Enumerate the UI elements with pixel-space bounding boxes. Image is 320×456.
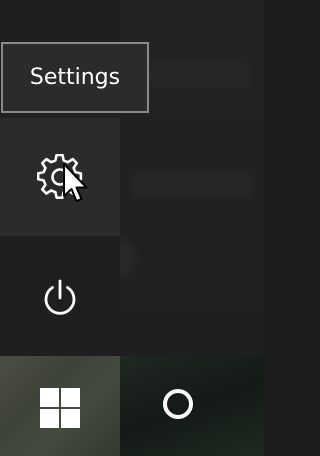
settings-tooltip: Settings <box>1 42 149 113</box>
start-menu-panel: Settings <box>0 0 264 356</box>
mouse-cursor-icon <box>63 163 88 202</box>
start-button[interactable] <box>0 356 120 456</box>
windows-logo-icon <box>40 388 80 428</box>
cortana-circle-icon[interactable] <box>163 389 193 419</box>
taskbar <box>0 356 264 456</box>
power-icon[interactable] <box>38 276 82 320</box>
